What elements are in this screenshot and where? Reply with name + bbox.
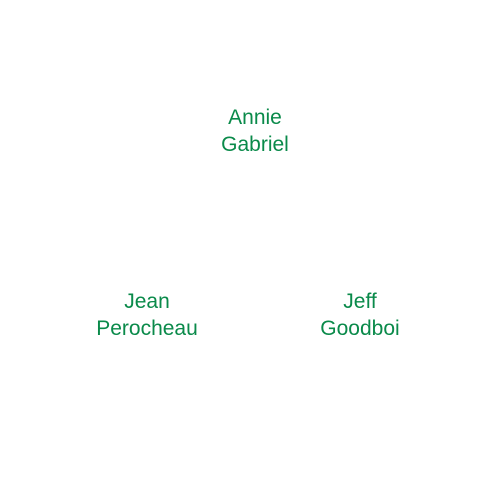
node-first-name: Jean bbox=[124, 290, 170, 313]
node-first-name: Annie bbox=[228, 106, 282, 129]
node-last-name: Goodboi bbox=[320, 317, 400, 340]
node-last-name: Gabriel bbox=[221, 133, 289, 156]
node-annie-gabriel: Annie Gabriel bbox=[221, 104, 289, 158]
node-jeff-goodboi: Jeff Goodboi bbox=[320, 288, 399, 342]
diagram-canvas: Annie Gabriel Jean Perocheau Jeff Goodbo… bbox=[0, 0, 500, 500]
node-jean-perocheau: Jean Perocheau bbox=[96, 288, 198, 342]
node-first-name: Jeff bbox=[343, 290, 377, 313]
node-last-name: Perocheau bbox=[96, 317, 198, 340]
